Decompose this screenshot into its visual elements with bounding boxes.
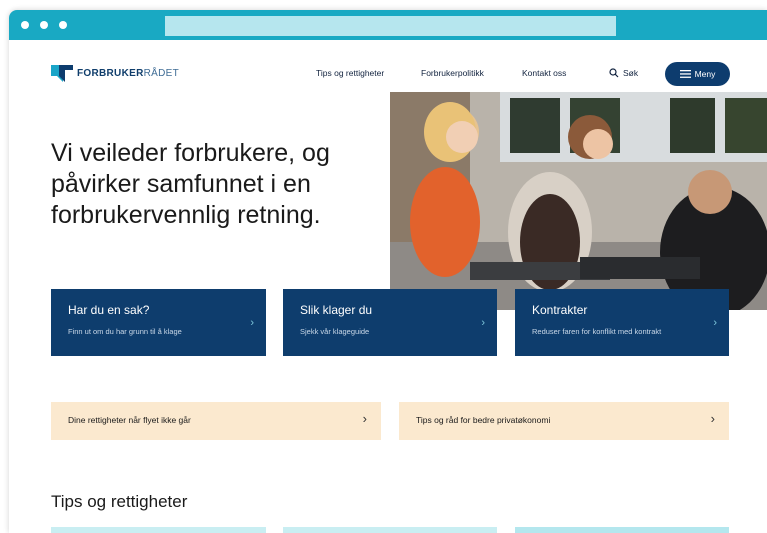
hero-headline: Vi veileder forbrukere, og påvirker samf… — [51, 139, 330, 229]
section-title: Tips og rettigheter — [51, 492, 188, 511]
chevron-right-icon: › — [713, 317, 717, 329]
search-label: Søk — [623, 68, 639, 78]
browser-titlebar — [9, 10, 767, 40]
card-subtitle: Reduser faren for konflikt med kontrakt — [532, 327, 662, 336]
nav-item-kontakt[interactable]: Kontakt oss — [522, 62, 566, 84]
card-har-du-en-sak[interactable]: Har du en sak? Finn ut om du har grunn t… — [51, 289, 266, 356]
hamburger-icon — [679, 70, 691, 78]
teaser-card[interactable] — [51, 527, 266, 533]
teaser-card[interactable] — [515, 527, 729, 533]
menu-button[interactable]: Meny — [665, 62, 730, 86]
nav-item-tips[interactable]: Tips og rettigheter — [316, 62, 384, 84]
link-label: Tips og råd for bedre privatøkonomi — [416, 415, 551, 425]
card-title: Kontrakter — [532, 303, 588, 317]
chevron-right-icon: › — [481, 317, 485, 329]
window-dot-maximize[interactable] — [59, 21, 67, 29]
chevron-right-icon: › — [250, 317, 254, 329]
window-dot-minimize[interactable] — [40, 21, 48, 29]
card-title: Har du en sak? — [68, 303, 150, 317]
main-nav: Tips og rettigheter Forbrukerpolitikk Ko… — [9, 62, 767, 84]
card-kontrakter[interactable]: Kontrakter Reduser faren for konflikt me… — [515, 289, 729, 356]
card-slik-klager-du[interactable]: Slik klager du Sjekk vår klageguide › — [283, 289, 497, 356]
link-privatokonomi[interactable]: Tips og råd for bedre privatøkonomi › — [399, 402, 729, 440]
link-label: Dine rettigheter når flyet ikke går — [68, 415, 191, 425]
card-subtitle: Sjekk vår klageguide — [300, 327, 370, 336]
card-subtitle: Finn ut om du har grunn til å klage — [68, 327, 182, 336]
link-flyet-ikke-gar[interactable]: Dine rettigheter når flyet ikke går › — [51, 402, 381, 440]
hero-photo — [390, 92, 767, 310]
menu-label: Meny — [694, 69, 716, 79]
teaser-card[interactable] — [283, 527, 497, 533]
card-title: Slik klager du — [300, 303, 373, 317]
search-icon — [609, 68, 619, 78]
address-bar[interactable] — [165, 16, 616, 36]
search-link[interactable]: Søk — [609, 62, 638, 84]
nav-item-forbrukerpolitikk[interactable]: Forbrukerpolitikk — [421, 62, 484, 84]
window-dot-close[interactable] — [21, 21, 29, 29]
chevron-right-icon: › — [362, 411, 367, 426]
browser-window: FORBRUKERRÅDET Tips og rettigheter Forbr… — [9, 10, 767, 533]
page-content: FORBRUKERRÅDET Tips og rettigheter Forbr… — [9, 40, 767, 533]
chevron-right-icon: › — [710, 411, 715, 426]
